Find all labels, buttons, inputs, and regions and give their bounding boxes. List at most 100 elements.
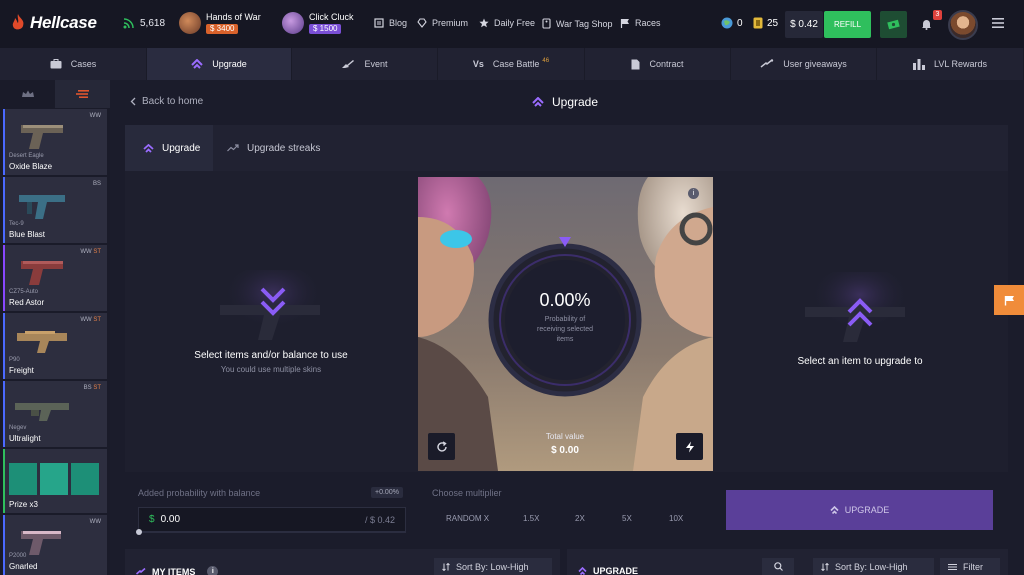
tab-top-drops[interactable] — [0, 80, 55, 108]
tab-all-drops[interactable] — [55, 80, 110, 108]
multiplier-1-5x[interactable]: 1.5X — [523, 514, 539, 523]
right-slot-title: Select an item to upgrade to — [797, 356, 923, 367]
event-avatar — [179, 12, 201, 34]
rarity-bar — [3, 449, 5, 513]
drop-skin: Oxide Blaze — [9, 162, 53, 171]
nav-link-blog[interactable]: Blog — [374, 18, 407, 28]
probability-percent: 0.00% — [539, 290, 591, 310]
live-drops-tabs — [0, 80, 110, 108]
rarity-bar — [3, 245, 5, 311]
nav-contract[interactable]: Contract — [585, 48, 731, 80]
multiplier-5x[interactable]: 5X — [622, 514, 632, 523]
logo[interactable]: Hellcase — [10, 13, 97, 33]
tab-upgrade[interactable]: Upgrade — [125, 125, 213, 171]
rarity-bar — [3, 177, 5, 243]
nav-link-daily-free[interactable]: Daily Free — [479, 18, 535, 28]
upgrade-items-title: UPGRADE — [578, 566, 638, 575]
signal-icon — [123, 18, 134, 29]
quick-upgrade-button[interactable] — [676, 433, 703, 460]
rifle-icon — [341, 59, 355, 69]
added-probability-badge: +0.00% — [371, 487, 403, 498]
balance-input[interactable]: $ 0.00 / $ 0.42 — [138, 507, 406, 532]
lightning-icon — [685, 441, 695, 453]
back-to-home-link[interactable]: Back to home — [130, 96, 203, 107]
reset-button[interactable] — [428, 433, 455, 460]
nav-label: Event — [364, 59, 388, 69]
notifications-button[interactable] — [921, 18, 932, 30]
page-title-text: Upgrade — [552, 95, 599, 109]
drop-skin: Red Astor — [9, 298, 45, 307]
upgrade-button[interactable]: UPGRADE — [726, 490, 993, 530]
my-items-sort-button[interactable]: Sort By: Low-High — [434, 558, 552, 575]
search-icon — [773, 562, 783, 571]
my-items-label: MY ITEMS — [152, 566, 196, 575]
drop-card-prize[interactable]: Prize x3 — [3, 449, 107, 513]
flag-icon — [620, 18, 630, 28]
tab-upgrade-streaks[interactable]: Upgrade streaks — [227, 125, 337, 171]
coins-counter[interactable]: 0 — [721, 17, 743, 29]
my-items-title: MY ITEMS i — [136, 566, 219, 575]
currency-symbol: $ — [149, 514, 155, 525]
drop-skin: Freight — [9, 366, 34, 375]
menu-button[interactable] — [992, 18, 1004, 28]
left-slot-text: Select items and/or balance to use You c… — [165, 350, 377, 374]
refill-button[interactable]: REFILL — [824, 11, 871, 38]
drop-card[interactable]: WW ST CZ75-Auto Red Astor — [3, 245, 107, 311]
multiplier-random[interactable]: RANDOM X — [446, 514, 489, 523]
filter-button[interactable]: Filter — [940, 558, 1000, 575]
drop-card[interactable]: BS ST Negev Ultralight — [3, 381, 107, 447]
upgrade-button-label: UPGRADE — [844, 505, 890, 515]
multiplier-2x[interactable]: 2X — [575, 514, 585, 523]
online-count: 5,618 — [140, 18, 166, 29]
diamond-icon — [417, 18, 427, 28]
probability-readout: 0.00% Probability of receiving selected … — [505, 290, 625, 345]
nav-link-premium[interactable]: Premium — [417, 18, 468, 28]
drop-rarity: WW ST — [80, 317, 101, 323]
upgrade-items-label: UPGRADE — [593, 566, 639, 575]
nav-case-battle[interactable]: Vs Case Battle 46 — [438, 48, 585, 80]
nav-link-label: Daily Free — [494, 18, 536, 28]
slider-knob[interactable] — [136, 529, 142, 535]
drop-card[interactable]: WW Desert Eagle Oxide Blaze — [3, 109, 107, 175]
nav-link-war-tag-shop[interactable]: War Tag Shop — [542, 18, 613, 29]
info-icon[interactable]: i — [688, 188, 699, 199]
case-battle-count: 46 — [542, 58, 550, 64]
search-button[interactable] — [762, 558, 794, 575]
nav-label: LVL Rewards — [933, 59, 988, 69]
nav-event[interactable]: Event — [292, 48, 438, 80]
page-title: Upgrade — [532, 95, 598, 109]
tab-label: Upgrade streaks — [247, 142, 321, 154]
total-value: Total value $ 0.00 — [530, 432, 600, 456]
upgrade-items-sort-button[interactable]: Sort By: Low-High — [813, 558, 934, 575]
multiplier-10x[interactable]: 10X — [669, 514, 683, 523]
balance-display[interactable]: $ 0.42 — [785, 11, 823, 38]
online-counter: 5,618 — [123, 18, 165, 29]
flame-icon — [10, 14, 26, 32]
info-icon[interactable]: i — [207, 566, 219, 575]
user-avatar[interactable] — [948, 10, 978, 40]
ticket-icon — [753, 17, 763, 29]
smg-image — [13, 187, 73, 223]
rarity-bar — [3, 109, 5, 175]
balance-slider[interactable] — [136, 529, 406, 535]
balance-max: / $ 0.42 — [364, 514, 395, 525]
drop-card[interactable]: WW P2000 Gnarled — [3, 515, 107, 575]
nav-upgrade[interactable]: Upgrade — [147, 48, 292, 80]
nav-cases[interactable]: Cases — [0, 48, 147, 80]
feedback-button[interactable] — [994, 285, 1024, 315]
drop-skin: Prize x3 — [9, 500, 38, 509]
nav-lvl-rewards[interactable]: LVL Rewards — [877, 48, 1024, 80]
drop-weapon: Tec-9 — [9, 221, 24, 227]
tickets-counter[interactable]: 25 — [753, 17, 778, 29]
hamburger-icon — [992, 18, 1004, 28]
drop-card[interactable]: WW ST P90 Freight — [3, 313, 107, 379]
drop-card[interactable]: BS Tec-9 Blue Blast — [3, 177, 107, 243]
nav-link-races[interactable]: Races — [620, 18, 661, 28]
nav-user-giveaways[interactable]: User giveaways — [731, 48, 877, 80]
balance-value: $ 0.42 — [790, 19, 818, 30]
gift-code-button[interactable] — [880, 11, 907, 38]
globe-coin-icon — [721, 17, 733, 29]
nav-label: User giveaways — [783, 59, 847, 69]
event-hands-of-war[interactable]: Hands of War $ 3400 — [179, 12, 261, 34]
event-click-cluck[interactable]: Click Cluck $ 1500 — [282, 12, 354, 34]
